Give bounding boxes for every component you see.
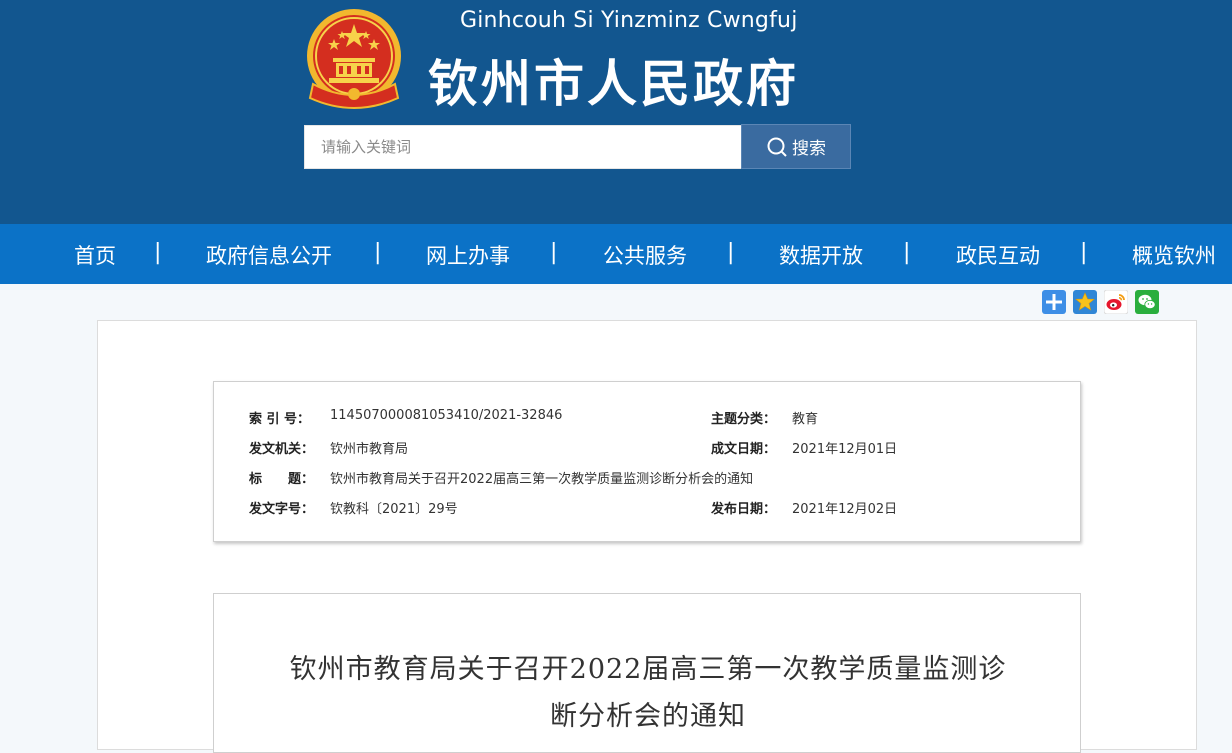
doc-number-label: 发文字号： [249, 502, 315, 517]
search-button[interactable]: 搜索 [741, 124, 851, 169]
meta-row: 发文字号： 钦教科〔2021〕29号 发布日期： 2021年12月02日 [214, 498, 1080, 520]
meta-row: 发文机关： 钦州市教育局 成文日期： 2021年12月01日 [214, 438, 1080, 460]
article-title: 钦州市教育局关于召开2022届高三第一次教学质量监测诊 断分析会的通知 [254, 646, 1042, 740]
issuing-authority-label: 发文机关： [249, 442, 315, 457]
wechat-icon[interactable] [1135, 290, 1159, 314]
nav-item-public-services[interactable]: 公共服务 [603, 240, 687, 270]
nav-separator: | [1080, 240, 1088, 265]
site-title-pinyin: Ginhcouh Si Yinzminz Cwngfuj [460, 8, 798, 33]
national-emblem-icon [307, 9, 401, 109]
nav-item-online-services[interactable]: 网上办事 [426, 240, 510, 270]
search-icon [767, 137, 787, 157]
search-input[interactable] [304, 125, 742, 169]
issuing-authority-value: 钦州市教育局 [330, 442, 409, 457]
index-number-value: 114507000081053410/2021-32846 [330, 408, 563, 423]
article-title-line: 断分析会的通知 [550, 701, 746, 732]
nav-item-overview[interactable]: 概览钦州 [1132, 240, 1216, 270]
nav-separator: | [903, 240, 911, 265]
publish-date-value: 2021年12月02日 [792, 502, 898, 517]
doc-number-value: 钦教科〔2021〕29号 [330, 502, 458, 517]
publish-date-label: 发布日期： [711, 502, 777, 517]
main-nav: 首页 | 政府信息公开 | 网上办事 | 公共服务 | 数据开放 | 政民互动 … [0, 224, 1232, 284]
date-written-value: 2021年12月01日 [792, 442, 898, 457]
subject-category-label: 主题分类： [711, 412, 777, 427]
doc-title-label: 标 题： [249, 472, 315, 487]
meta-row: 标 题： 钦州市教育局关于召开2022届高三第一次教学质量监测诊断分析会的通知 [214, 468, 1080, 490]
weibo-icon[interactable] [1104, 290, 1128, 314]
nav-item-interaction[interactable]: 政民互动 [956, 240, 1040, 270]
nav-item-gov-info[interactable]: 政府信息公开 [206, 240, 332, 270]
share-bar [1042, 290, 1159, 316]
article-box: 钦州市教育局关于召开2022届高三第一次教学质量监测诊 断分析会的通知 [213, 593, 1081, 753]
date-written-label: 成文日期： [711, 442, 777, 457]
plus-share-icon[interactable] [1042, 290, 1066, 314]
nav-separator: | [154, 240, 162, 265]
nav-item-open-data[interactable]: 数据开放 [779, 240, 863, 270]
star-favorite-icon[interactable] [1073, 290, 1097, 314]
subject-category-value: 教育 [792, 412, 819, 427]
nav-item-home[interactable]: 首页 [74, 240, 116, 270]
site-title: 钦州市人民政府 [428, 55, 799, 113]
nav-separator: | [550, 240, 558, 265]
doc-title-value: 钦州市教育局关于召开2022届高三第一次教学质量监测诊断分析会的通知 [330, 472, 754, 487]
search-button-label: 搜索 [792, 139, 826, 159]
nav-separator: | [727, 240, 735, 265]
document-metadata-box: 索 引 号： 114507000081053410/2021-32846 主题分… [213, 381, 1081, 542]
nav-separator: | [374, 240, 382, 265]
site-header: Ginhcouh Si Yinzminz Cwngfuj 钦州市人民政府 搜索 [0, 0, 1232, 224]
meta-row: 索 引 号： 114507000081053410/2021-32846 主题分… [214, 408, 1080, 430]
index-number-label: 索 引 号： [249, 412, 311, 427]
article-title-line: 钦州市教育局关于召开2022届高三第一次教学质量监测诊 [289, 654, 1007, 685]
